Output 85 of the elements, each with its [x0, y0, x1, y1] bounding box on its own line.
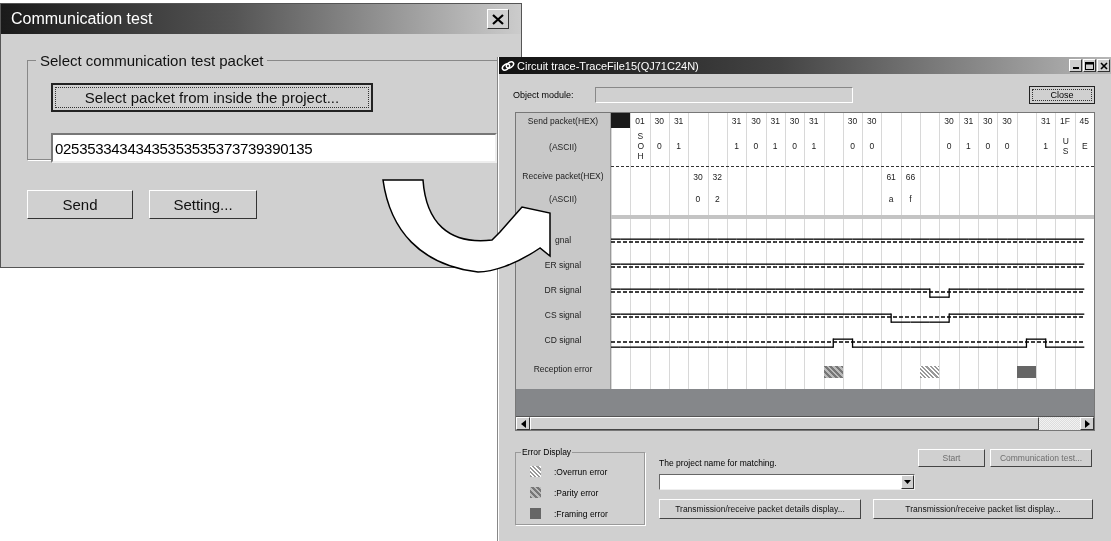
row-label: (ASCII)	[549, 194, 577, 204]
ascii-value: 0	[656, 142, 662, 152]
matching-label: The project name for matching.	[659, 458, 778, 468]
ascii-value: 1	[772, 142, 778, 152]
legend-label: :Parity error	[554, 487, 599, 498]
left-arrow-icon	[520, 419, 526, 428]
scrollbar-thumb[interactable]	[530, 417, 1039, 430]
setting-button[interactable]: Setting...	[149, 190, 257, 219]
row-label: ER signal	[544, 259, 582, 270]
details-display-button[interactable]: Transmission/receive packet details display...	[659, 499, 861, 519]
ascii-value: 1	[734, 142, 739, 152]
legend-label: :Overrun error	[554, 466, 608, 477]
table-cell-text: 31	[730, 114, 743, 128]
ascii-value: 1	[966, 142, 971, 152]
ascii-value: 2	[714, 194, 720, 204]
chain-icon	[501, 59, 515, 72]
table-cell-text: 31	[769, 114, 781, 128]
scroll-right-button[interactable]	[1080, 417, 1094, 430]
maximize-icon	[1085, 61, 1094, 70]
group-label: Select communication test packet	[39, 52, 265, 69]
table-cell-text: 30	[788, 114, 801, 128]
table-cell-text: 30	[866, 114, 878, 128]
legend-label: :Framing error	[554, 508, 608, 519]
ascii-value: 1	[1043, 142, 1049, 152]
table-cell-text: 30	[943, 114, 955, 128]
list-display-button[interactable]: Transmission/receive packet list display...	[873, 499, 1093, 519]
ascii-value: E	[1081, 142, 1087, 152]
close-button[interactable]	[1097, 59, 1110, 72]
window-title: Communication test	[11, 10, 154, 28]
minimize-icon	[1072, 67, 1079, 69]
ascii-value: 0	[985, 142, 991, 152]
packet-field[interactable]: 02535334343435353535373739390135	[51, 133, 497, 163]
ascii-value: f	[909, 194, 912, 204]
close-icon	[492, 13, 504, 25]
row-label: Reception error	[533, 364, 593, 374]
hex-value: 61	[886, 171, 896, 182]
table-cell-text: 30	[750, 114, 762, 128]
table-cell-text: 31	[1039, 114, 1052, 128]
ascii-value: US	[1062, 137, 1068, 157]
project-dropdown[interactable]	[659, 474, 915, 490]
right-arrow-icon	[1084, 419, 1090, 428]
close-button[interactable]	[487, 9, 509, 29]
horizontal-scrollbar[interactable]	[516, 416, 1094, 430]
table-cell-text: 1F	[1059, 114, 1071, 128]
maximize-button[interactable]	[1083, 59, 1096, 72]
ascii-value: 0	[869, 142, 875, 152]
row-label: Send packet(HEX)	[527, 115, 599, 126]
table-cell-text: 45	[1078, 114, 1091, 128]
row-label: gnal	[554, 234, 572, 245]
ascii-value: 0	[1004, 142, 1010, 152]
row-label: CD signal	[544, 334, 582, 345]
hex-value: 30	[693, 171, 703, 182]
ascii-value: 1	[676, 142, 681, 152]
select-packet-button[interactable]: Select packet from inside the project...	[51, 83, 373, 112]
row-label: Receive packet(HEX)	[522, 171, 604, 181]
ascii-value: 1	[811, 142, 817, 152]
object-module-label: Object module:	[513, 89, 575, 100]
ascii-value: 0	[753, 142, 759, 152]
row-label: DR signal	[544, 284, 582, 295]
table-cell-text: 01	[634, 114, 646, 128]
row-label: CS signal	[544, 309, 582, 320]
row-label: (ASCII)	[549, 142, 577, 152]
scroll-left-button[interactable]	[516, 417, 530, 430]
ascii-value: a	[888, 194, 894, 204]
minimize-button[interactable]	[1069, 59, 1082, 72]
send-button[interactable]: Send	[27, 190, 133, 219]
dropdown-arrow-icon	[904, 480, 911, 484]
hex-value: 66	[905, 171, 916, 182]
table-cell-text: 30	[846, 114, 859, 128]
ascii-value: 0	[695, 194, 701, 204]
table-cell-text: 31	[808, 114, 820, 128]
close-button[interactable]: Close	[1029, 85, 1095, 104]
window-title: Circuit trace-TraceFile15(QJ71C24N)	[517, 59, 700, 72]
ascii-value: SOH	[637, 132, 643, 162]
hex-value: 32	[712, 171, 722, 182]
table-cell-text: 30	[982, 114, 994, 128]
table-cell-text: 30	[1001, 114, 1013, 128]
table-cell-text: 31	[672, 114, 685, 128]
close-icon	[1099, 61, 1108, 70]
table-cell-text: 30	[653, 114, 665, 128]
table-cell-text: 31	[962, 114, 975, 128]
group-label: Error Display	[521, 447, 573, 457]
ascii-value: 0	[946, 142, 952, 152]
ascii-value: 0	[850, 142, 855, 152]
ascii-value: 0	[792, 142, 797, 152]
